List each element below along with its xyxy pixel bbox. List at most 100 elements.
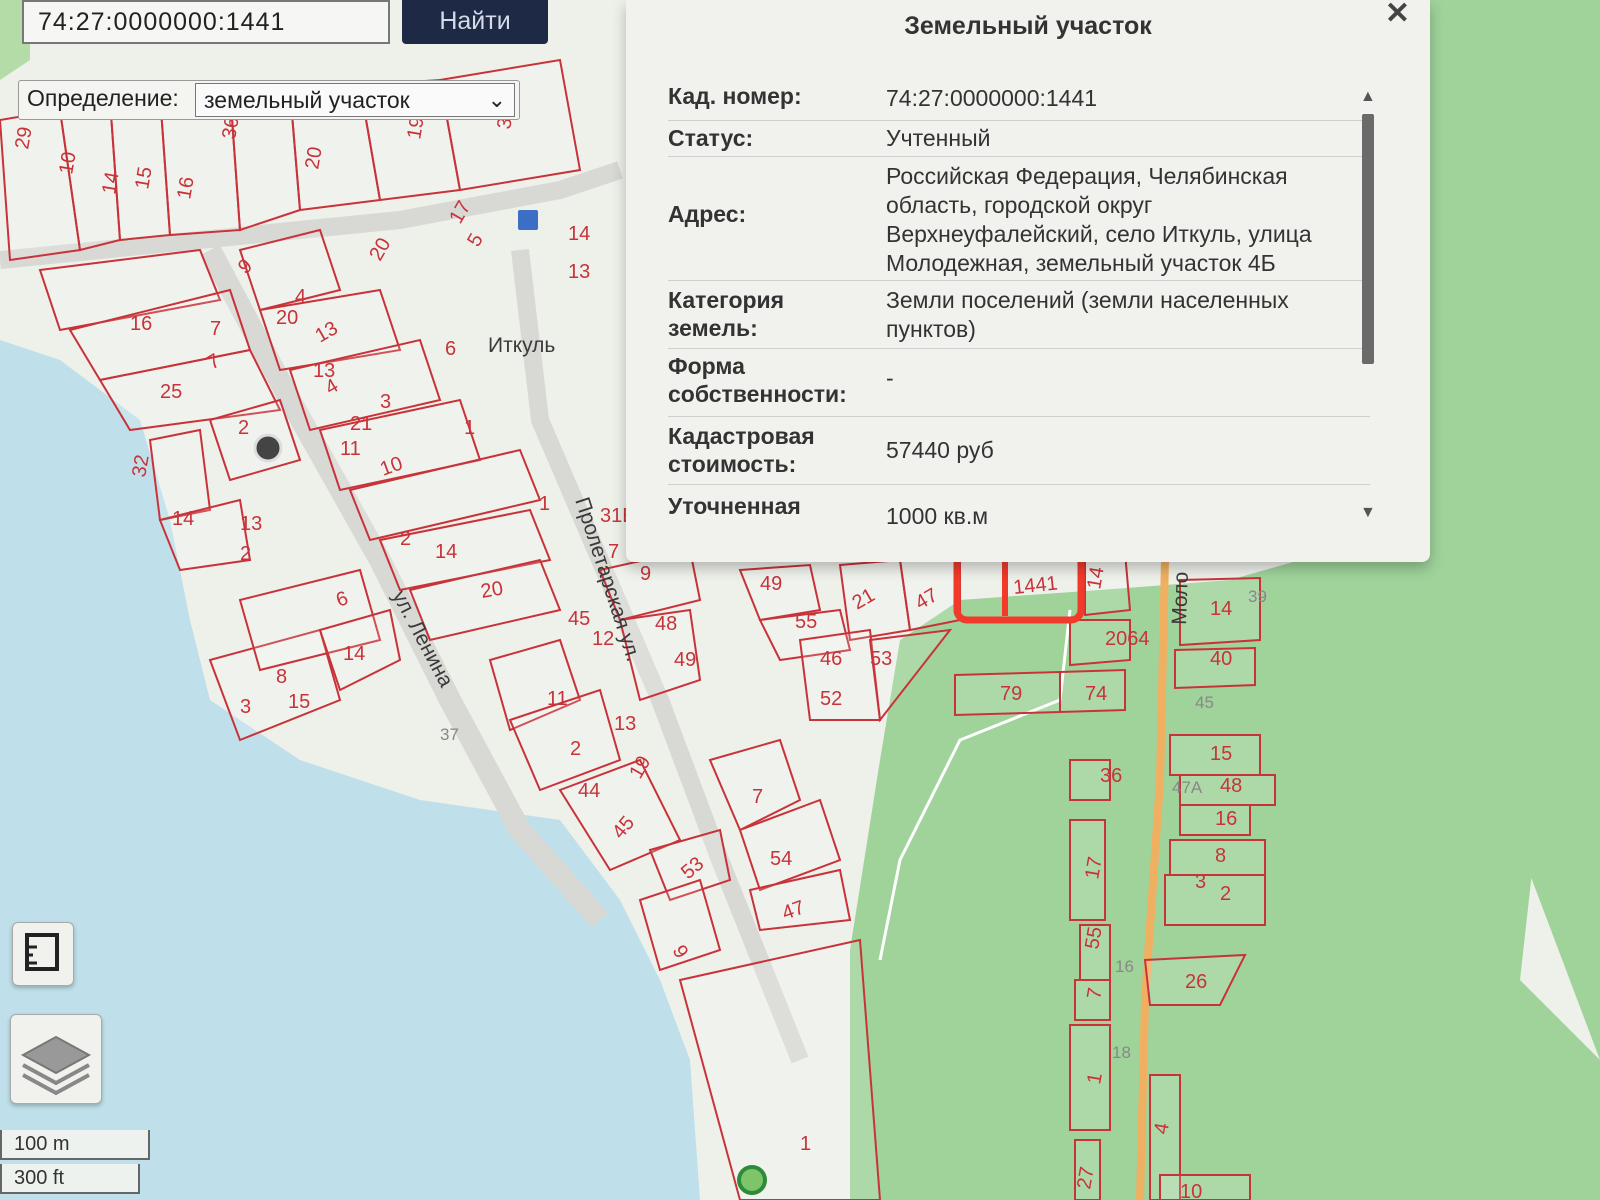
info-row-cadastral-number: Кад. номер: 74:27:0000000:1441	[668, 76, 1370, 121]
plot-number-label[interactable]: 9	[640, 563, 651, 585]
plot-number-label[interactable]: 14	[435, 541, 457, 563]
plot-number-label[interactable]: 16	[130, 313, 152, 335]
highlighted-plot-label[interactable]: 1441	[1012, 572, 1059, 599]
scrollbar-thumb[interactable]	[1362, 114, 1374, 364]
plot-number-label[interactable]: 25	[160, 381, 182, 403]
info-row-status: Статус: Учтенный	[668, 120, 1370, 157]
bus-stop-icon[interactable]	[518, 210, 538, 230]
plot-number-label[interactable]: 55	[795, 611, 817, 633]
plot-number-label[interactable]: 13	[568, 261, 590, 283]
close-icon[interactable]: ✕	[1385, 0, 1410, 31]
plot-number-label[interactable]: 49	[760, 573, 782, 595]
plot-number-label[interactable]: 16	[1215, 808, 1237, 830]
plot-number-label[interactable]: 2064	[1105, 628, 1150, 650]
popup-scrollbar[interactable]: ▲ ▼	[1358, 88, 1378, 528]
plot-number-label[interactable]: 2	[240, 543, 251, 565]
plot-number-label[interactable]: 14	[343, 643, 365, 665]
definition-select[interactable]: земельный участок ⌄	[195, 83, 515, 117]
plot-number-label[interactable]: 10	[1180, 1181, 1202, 1200]
plot-number-label[interactable]: 55	[1081, 925, 1107, 951]
cadastral-search-input[interactable]: 74:27:0000000:1441	[22, 0, 390, 44]
plot-number-label[interactable]: 1	[800, 1133, 811, 1155]
plot-number-label[interactable]: 2	[570, 738, 581, 760]
plot-number-label[interactable]: 21	[350, 413, 372, 435]
plot-number-label[interactable]: 13	[614, 713, 636, 735]
plot-number-label[interactable]: 13	[313, 360, 335, 382]
plot-number-label[interactable]: 29	[11, 125, 37, 151]
plot-number-label[interactable]: 54	[770, 848, 792, 870]
parcel-outline[interactable]	[1164, 874, 1266, 926]
plot-number-label[interactable]: 2	[1220, 883, 1231, 905]
village-label: Иткуль	[488, 334, 555, 357]
measure-tool-button[interactable]	[12, 922, 74, 986]
plot-number-label[interactable]: 17	[1081, 855, 1107, 881]
info-row-ownership: Форма собственности: -	[668, 348, 1370, 417]
plot-number-label[interactable]: 15	[131, 165, 157, 191]
plot-number-label[interactable]: 15	[288, 691, 310, 713]
plot-number-label[interactable]: 6	[445, 338, 456, 360]
plot-number-label[interactable]: 48	[1220, 775, 1242, 797]
plot-number-label[interactable]: 7	[752, 786, 763, 808]
parcel-info-popup: Земельный участок ✕ Кад. номер: 74:27:00…	[626, 0, 1430, 562]
plot-number-label[interactable]: 14	[568, 223, 590, 245]
plot-number-label[interactable]: 26	[1185, 971, 1207, 993]
plot-number-label[interactable]: 49	[674, 649, 696, 671]
poi-marker-icon[interactable]	[737, 1165, 767, 1195]
layers-button[interactable]	[10, 1014, 102, 1104]
plot-number-label[interactable]: 8	[1215, 845, 1226, 867]
plot-number-label[interactable]: 1	[464, 417, 475, 439]
plot-number-label[interactable]: 20	[301, 145, 327, 171]
plot-number-label[interactable]: 79	[1000, 683, 1022, 705]
plot-number-label[interactable]: 10	[55, 150, 81, 176]
plot-number-label[interactable]: 52	[820, 688, 842, 710]
plot-number-label[interactable]: 20	[276, 307, 298, 329]
plot-number-label[interactable]: 7	[210, 318, 221, 340]
scroll-up-icon[interactable]: ▲	[1360, 88, 1376, 106]
info-value: 57440 руб	[886, 437, 994, 463]
plot-number-label[interactable]: 4	[295, 286, 306, 308]
plot-number-label[interactable]: 14	[98, 170, 124, 196]
plot-number-label[interactable]: 20	[479, 577, 505, 603]
plot-number-label[interactable]: 3	[1195, 871, 1206, 893]
plot-number-label[interactable]: 11	[340, 438, 361, 460]
plot-number-label[interactable]: 32	[128, 453, 154, 479]
info-value: -	[886, 365, 894, 391]
scroll-down-icon[interactable]: ▼	[1360, 504, 1376, 522]
plot-number-label[interactable]: 36	[1100, 765, 1122, 787]
plot-number-label[interactable]: 53	[870, 648, 892, 670]
plot-number-label[interactable]: 14	[1210, 598, 1232, 620]
plot-number-label[interactable]: 44	[578, 780, 600, 802]
plot-number-label[interactable]: 48	[655, 613, 677, 635]
plot-number-label[interactable]: 16	[173, 175, 199, 201]
plot-number-label[interactable]: 15	[1210, 743, 1232, 765]
location-pin-icon[interactable]	[253, 433, 283, 463]
parcel-outline[interactable]	[148, 428, 212, 522]
plot-number-label[interactable]: 3	[240, 696, 251, 718]
plot-number-label[interactable]: 27	[1073, 1165, 1099, 1191]
plot-number-label[interactable]: 1	[539, 493, 550, 515]
plot-number-label[interactable]: 3	[380, 391, 391, 413]
definition-label: Определение:	[27, 85, 179, 111]
plot-number-label[interactable]: 14	[172, 508, 194, 530]
ruler-icon	[25, 933, 59, 971]
plot-number-label[interactable]: 40	[1210, 648, 1232, 670]
plot-number-label[interactable]: 11	[547, 688, 568, 710]
plot-number-label[interactable]: 12	[592, 628, 614, 650]
info-row-cadastral-value: Кадастровая стоимость: 57440 руб	[668, 416, 1370, 485]
plot-number-label[interactable]: 8	[276, 666, 287, 688]
scale-bar-metric: 100 m	[0, 1130, 150, 1160]
chevron-down-icon[interactable]: ⌄	[488, 84, 506, 116]
plot-number-label[interactable]: 74	[1085, 683, 1107, 705]
scale-bar-imperial: 300 ft	[0, 1164, 140, 1194]
plot-number-label[interactable]: 2	[238, 417, 249, 439]
plot-number-label[interactable]: 2	[400, 528, 411, 550]
info-value: 1000 кв.м	[886, 503, 989, 529]
plot-number-label[interactable]: 14	[1083, 565, 1109, 591]
info-row-refined-area: Уточненная 1000 кв.м	[668, 484, 1370, 530]
plot-number-label[interactable]: 46	[820, 648, 842, 670]
info-label: Статус:	[668, 125, 754, 151]
plot-number-label[interactable]: 13	[240, 513, 262, 535]
parcel-outline[interactable]	[1159, 1174, 1251, 1200]
search-button[interactable]: Найти	[402, 0, 548, 44]
plot-number-label[interactable]: 45	[568, 608, 590, 630]
